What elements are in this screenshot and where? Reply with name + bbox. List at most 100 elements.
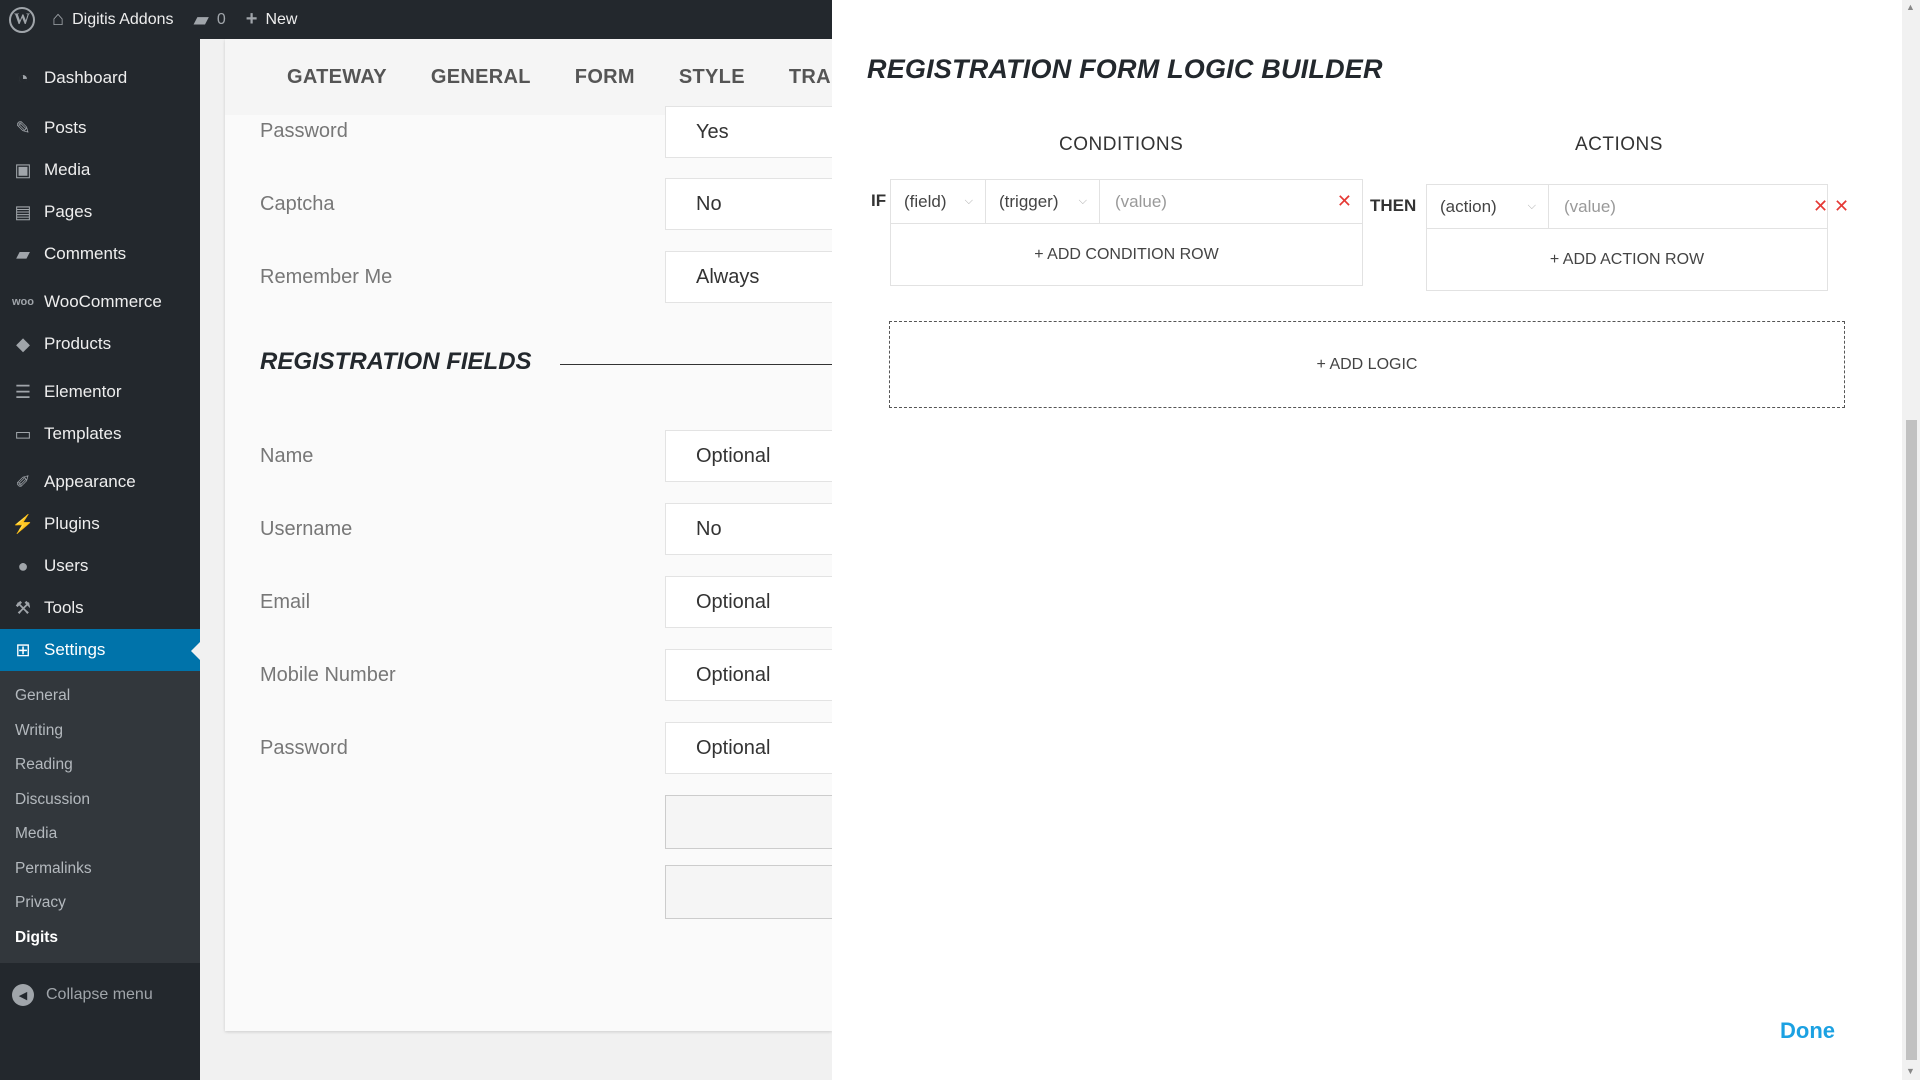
digits-settings-panel: GATEWAY GENERAL FORM STYLE TRANS Passwor… bbox=[225, 39, 832, 1031]
add-logic-button[interactable]: + ADD LOGIC bbox=[889, 321, 1845, 408]
username-field-label: Username bbox=[260, 518, 353, 540]
condition-trigger-select[interactable]: (trigger) ⌵ bbox=[986, 180, 1100, 223]
conditions-heading: CONDITIONS bbox=[1059, 134, 1184, 155]
submenu-item-writing[interactable]: Writing bbox=[0, 714, 200, 749]
scrollbar-thumb[interactable] bbox=[1906, 420, 1917, 1060]
then-label: THEN bbox=[1370, 196, 1417, 215]
heading-divider bbox=[560, 364, 832, 365]
comment-icon: ▰ bbox=[16, 243, 30, 264]
chevron-down-icon: ⌵ bbox=[1078, 195, 1087, 207]
page-scrollbar[interactable]: ▲ ▼ bbox=[1902, 0, 1920, 1080]
submenu-item-discussion[interactable]: Discussion bbox=[0, 783, 200, 818]
wrench-icon: ⚒ bbox=[14, 597, 32, 618]
add-action-row-button[interactable]: + ADD ACTION ROW bbox=[1427, 251, 1827, 269]
name-field-select[interactable]: Optional bbox=[665, 430, 832, 482]
sidebar-item-media[interactable]: ▣ Media bbox=[0, 149, 200, 191]
condition-value-input[interactable]: (value) bbox=[1100, 180, 1362, 223]
settings-icon: ⊞ bbox=[15, 639, 31, 660]
sidebar-item-label: Templates bbox=[44, 424, 122, 443]
custom-field-box[interactable] bbox=[665, 865, 832, 919]
tab-general[interactable]: GENERAL bbox=[431, 66, 531, 89]
add-condition-row-button[interactable]: + ADD CONDITION ROW bbox=[891, 246, 1362, 264]
sidebar-item-products[interactable]: ◆ Products bbox=[0, 323, 200, 365]
comment-icon: ▰ bbox=[193, 9, 209, 31]
login-password-select[interactable]: Yes bbox=[665, 106, 832, 158]
dashboard-icon: ◔ bbox=[17, 67, 29, 88]
pin-icon: ✎ bbox=[15, 117, 31, 138]
mobile-number-field-select[interactable]: Optional bbox=[665, 649, 832, 701]
remove-logic-icon[interactable]: ✕ bbox=[1834, 197, 1849, 215]
sidebar-item-label: Products bbox=[44, 334, 112, 353]
remember-me-select[interactable]: Always bbox=[665, 251, 832, 303]
woo-icon: woo bbox=[12, 296, 34, 308]
condition-field-select[interactable]: (field) ⌵ bbox=[891, 180, 986, 223]
done-button[interactable]: Done bbox=[1780, 1018, 1835, 1044]
tab-gateway[interactable]: GATEWAY bbox=[287, 66, 387, 89]
comments-link[interactable]: ▰ 0 bbox=[183, 0, 235, 39]
sidebar-item-plugins[interactable]: ⚡ Plugins bbox=[0, 503, 200, 545]
collapse-arrow-icon: ◀ bbox=[12, 984, 34, 1006]
sidebar-item-dashboard[interactable]: ◔ Dashboard bbox=[0, 57, 200, 99]
submenu-item-privacy[interactable]: Privacy bbox=[0, 886, 200, 921]
sidebar-item-pages[interactable]: ▤ Pages bbox=[0, 191, 200, 233]
action-select[interactable]: (action) ⌵ bbox=[1427, 185, 1549, 228]
remove-condition-icon[interactable]: ✕ bbox=[1337, 192, 1352, 210]
remember-me-label: Remember Me bbox=[260, 266, 393, 288]
scroll-down-icon[interactable]: ▼ bbox=[1906, 1066, 1915, 1076]
sidebar-item-templates[interactable]: ▭ Templates bbox=[0, 413, 200, 455]
username-field-select[interactable]: No bbox=[665, 503, 832, 555]
captcha-label: Captcha bbox=[260, 193, 335, 215]
tab-style[interactable]: STYLE bbox=[679, 66, 745, 89]
scroll-up-icon[interactable]: ▲ bbox=[1906, 2, 1915, 12]
collapse-menu-button[interactable]: ◀ Collapse menu bbox=[0, 971, 200, 1019]
submenu-item-reading[interactable]: Reading bbox=[0, 748, 200, 783]
custom-field-box[interactable] bbox=[665, 795, 832, 849]
settings-submenu: General Writing Reading Discussion Media… bbox=[0, 671, 200, 963]
pages-icon: ▤ bbox=[14, 201, 32, 222]
chevron-down-icon: ⌵ bbox=[964, 195, 973, 207]
sidebar-item-appearance[interactable]: ✐ Appearance bbox=[0, 461, 200, 503]
sidebar-item-tools[interactable]: ⚒ Tools bbox=[0, 587, 200, 629]
remove-action-row-icon[interactable]: ✕ bbox=[1813, 197, 1828, 215]
sidebar-item-label: Dashboard bbox=[44, 68, 128, 87]
site-name-link[interactable]: ⌂ Digitis Addons bbox=[42, 0, 183, 39]
wordpress-logo-icon[interactable]: W bbox=[2, 0, 42, 39]
sidebar-item-posts[interactable]: ✎ Posts bbox=[0, 107, 200, 149]
submenu-item-digits[interactable]: Digits bbox=[0, 921, 200, 956]
media-icon: ▣ bbox=[14, 159, 32, 180]
sidebar-item-label: Settings bbox=[44, 640, 106, 659]
captcha-select[interactable]: No bbox=[665, 178, 832, 230]
new-content-link[interactable]: + New bbox=[236, 0, 308, 39]
home-icon: ⌂ bbox=[52, 8, 65, 30]
submenu-item-media[interactable]: Media bbox=[0, 817, 200, 852]
logic-builder-modal: REGISTRATION FORM LOGIC BUILDER CONDITIO… bbox=[832, 0, 1920, 1080]
site-name: Digitis Addons bbox=[72, 10, 174, 28]
admin-sidebar: ◔ Dashboard ✎ Posts ▣ Media ▤ Pages ▰ Comment… bbox=[0, 39, 200, 1080]
modal-title: REGISTRATION FORM LOGIC BUILDER bbox=[867, 54, 1383, 84]
tab-form[interactable]: FORM bbox=[575, 66, 635, 89]
action-box: (action) ⌵ (value) + ADD ACTION ROW bbox=[1426, 184, 1828, 291]
sidebar-item-elementor[interactable]: ☰ Elementor bbox=[0, 371, 200, 413]
tab-translations[interactable]: TRANS bbox=[789, 66, 832, 89]
action-value-input[interactable]: (value) bbox=[1549, 185, 1809, 228]
settings-tabs: GATEWAY GENERAL FORM STYLE TRANS bbox=[225, 39, 832, 115]
login-password-label: Password bbox=[260, 120, 348, 142]
actions-heading: ACTIONS bbox=[1575, 134, 1663, 155]
condition-trigger-value: (trigger) bbox=[999, 191, 1059, 211]
email-field-select[interactable]: Optional bbox=[665, 576, 832, 628]
password-field-select[interactable]: Optional bbox=[665, 722, 832, 774]
sidebar-item-label: Elementor bbox=[44, 382, 122, 401]
user-icon: ● bbox=[17, 555, 29, 576]
registration-fields-heading: REGISTRATION FIELDS bbox=[260, 348, 532, 375]
comments-count: 0 bbox=[216, 10, 226, 28]
submenu-item-general[interactable]: General bbox=[0, 679, 200, 714]
sidebar-item-label: Tools bbox=[44, 598, 84, 617]
sidebar-item-comments[interactable]: ▰ Comments bbox=[0, 233, 200, 275]
sidebar-item-label: Plugins bbox=[44, 514, 100, 533]
sidebar-item-woocommerce[interactable]: woo WooCommerce bbox=[0, 281, 200, 323]
sidebar-item-settings[interactable]: ⊞ Settings bbox=[0, 629, 200, 671]
brush-icon: ✐ bbox=[15, 471, 31, 492]
submenu-item-permalinks[interactable]: Permalinks bbox=[0, 852, 200, 887]
sidebar-item-users[interactable]: ● Users bbox=[0, 545, 200, 587]
folder-icon: ▭ bbox=[14, 423, 32, 444]
